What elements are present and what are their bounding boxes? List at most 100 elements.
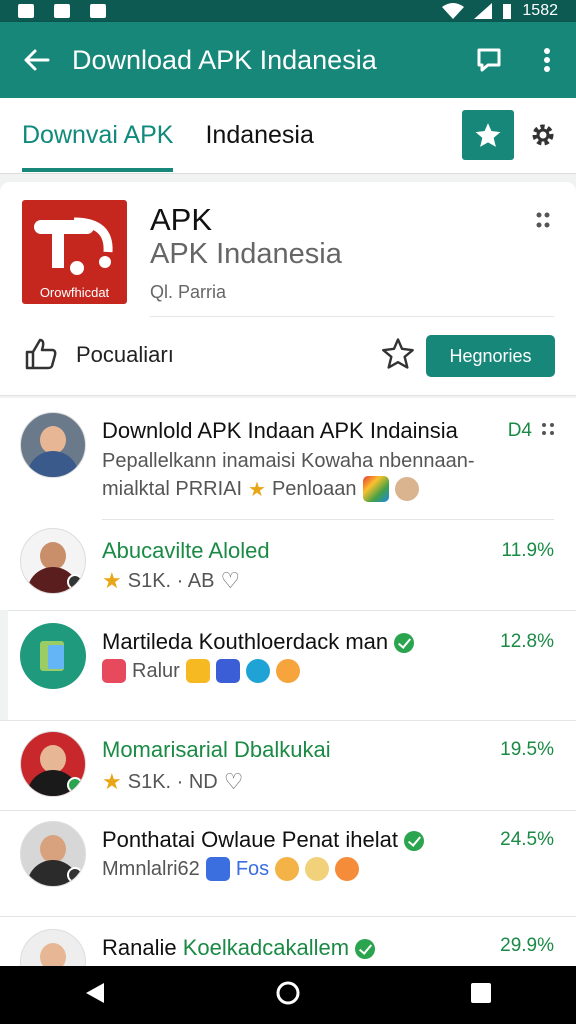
nav-back-button[interactable] (84, 981, 106, 1010)
status-time: 1582 (522, 2, 558, 19)
item-tag-text: Ralur (132, 659, 180, 682)
more-dots-icon (536, 212, 550, 228)
emoji-icon (275, 857, 300, 881)
message-icon (477, 48, 501, 72)
item-tag-text: Mmnlalri62 (102, 857, 200, 880)
card-more-button[interactable] (536, 212, 550, 233)
heart-icon (394, 477, 419, 501)
status-bar: 1582 (0, 0, 576, 22)
list-item[interactable]: Momarisarial Dbalkukai ★ S1K. · ND ♡ 19.… (0, 720, 576, 810)
rating-text: S1K. · AB (127, 569, 215, 592)
list-item[interactable]: Martileda Kouthloerdack man Ralur 12.8% (8, 610, 576, 720)
rating-text: S1K. · ND (127, 770, 218, 793)
status-badge (67, 867, 83, 883)
settings-button[interactable] (530, 122, 556, 153)
nav-back-icon (86, 982, 105, 1003)
list-item[interactable]: Ponthatai Owlaue Penat ihelat Mmnlalri62… (0, 810, 576, 916)
mail-icon (90, 4, 106, 18)
more-vert-icon (544, 48, 550, 72)
item-title: Downlold APK Indaan APK Indainsia (102, 418, 458, 443)
item-percentage: 12.8% (500, 631, 554, 652)
item-tag-text: Fos (235, 857, 270, 880)
nav-recents-icon (470, 982, 491, 1003)
image-icon (54, 4, 70, 18)
page-title: Download APK Indanesia (72, 44, 377, 75)
item-title-text: Martileda Kouthloerdack man (102, 629, 389, 654)
signal-icon (474, 3, 493, 19)
heart-outline-icon[interactable]: ♡ (220, 568, 240, 594)
facebook-icon (215, 659, 240, 683)
notification-icon (18, 4, 34, 18)
app-icon-caption: Orowfhicdat (39, 285, 110, 300)
nav-home-button[interactable] (275, 980, 301, 1011)
item-title-text: Koelkadcakallem (182, 935, 350, 960)
tab-indanesia[interactable]: Indanesia (205, 98, 313, 174)
item-percentage: 11.9% (501, 540, 554, 561)
item-title: Ranalie Koelkadcakallem (102, 935, 376, 961)
item-title: Abucavilte Aloled (102, 538, 270, 563)
gift-icon (185, 659, 210, 683)
emoji-icon (305, 857, 330, 881)
app-bar: Download APK Indanesia (0, 22, 576, 98)
app-avatar (20, 623, 86, 689)
action-button[interactable]: Hegnories (426, 335, 555, 377)
gear-icon (532, 124, 554, 146)
app-subtitle: APK Indanesia (150, 238, 342, 270)
app-card: Orowfhicdat APK APK Indanesia Ql. Parria… (0, 182, 576, 396)
divider (150, 316, 554, 317)
item-percentage: 19.5% (500, 739, 554, 760)
item-rating: ★ S1K. · AB ♡ (102, 568, 240, 594)
item-tag-text: mialktal PRRIAI (102, 477, 243, 500)
emoji-icon (275, 659, 300, 683)
star-icon: ★ (248, 478, 266, 501)
item-more-icon[interactable] (542, 422, 554, 441)
star-icon: ★ (102, 769, 122, 794)
app-icon: Orowfhicdat (22, 200, 127, 304)
app-logo-icon (34, 217, 113, 275)
item-tags: Ralur (102, 659, 300, 683)
nav-recents-button[interactable] (470, 982, 492, 1009)
emoji-icon (335, 857, 360, 881)
colorful-app-icon (362, 476, 389, 502)
verified-icon (355, 939, 376, 960)
item-title: Ponthatai Owlaue Penat ihelat (102, 827, 424, 853)
item-description: Pepallelkann inamaisi Kowaha nbennaan- (102, 450, 475, 472)
item-value: D4 (507, 420, 532, 441)
item-rating: ★ S1K. · ND ♡ (102, 769, 244, 795)
message-button[interactable] (460, 47, 518, 73)
item-tag-text: Penloaan (271, 477, 357, 500)
list-item[interactable]: Ranalie Koelkadcakallem 29.9% (0, 916, 576, 995)
more-options-button[interactable] (518, 47, 576, 73)
verified-icon (394, 633, 415, 654)
wifi-icon (442, 3, 465, 19)
avatar (20, 528, 86, 594)
rate-star-button[interactable] (382, 338, 414, 374)
chat-icon (245, 659, 270, 683)
star-icon (475, 123, 501, 147)
app-meta: Ql. Parria (150, 282, 227, 302)
tab-bar: Downvai APK Indanesia (0, 98, 576, 174)
list-item[interactable]: Downlold APK Indaan APK Indainsia Pepall… (0, 398, 576, 520)
battery-icon (503, 4, 512, 19)
nav-home-icon (276, 981, 300, 1004)
item-title: Momarisarial Dbalkukai (102, 737, 331, 762)
arrow-left-icon (24, 49, 50, 71)
avatar (20, 412, 86, 478)
status-badge (67, 574, 83, 590)
avatar (20, 731, 86, 797)
avatar (20, 821, 86, 887)
item-percentage: 24.5% (500, 829, 554, 850)
verified-icon (403, 831, 424, 852)
tab-download-apk[interactable]: Downvai APK (22, 98, 174, 174)
heart-outline-icon[interactable]: ♡ (224, 769, 244, 795)
favorite-button[interactable] (462, 110, 514, 160)
item-tags: Mmnlalri62 Fos (102, 857, 360, 881)
app-tag-icon (102, 659, 126, 683)
list-item[interactable]: Abucavilte Aloled ★ S1K. · AB ♡ 11.9% (0, 520, 576, 610)
item-title-text: Ranalie (102, 935, 177, 960)
item-tags: mialktal PRRIAI ★ Penloaan (102, 476, 419, 502)
facebook-icon (205, 857, 230, 881)
thumbs-up-icon (24, 337, 58, 376)
popular-label: Pocualiarı (76, 342, 174, 367)
back-button[interactable] (0, 48, 72, 72)
